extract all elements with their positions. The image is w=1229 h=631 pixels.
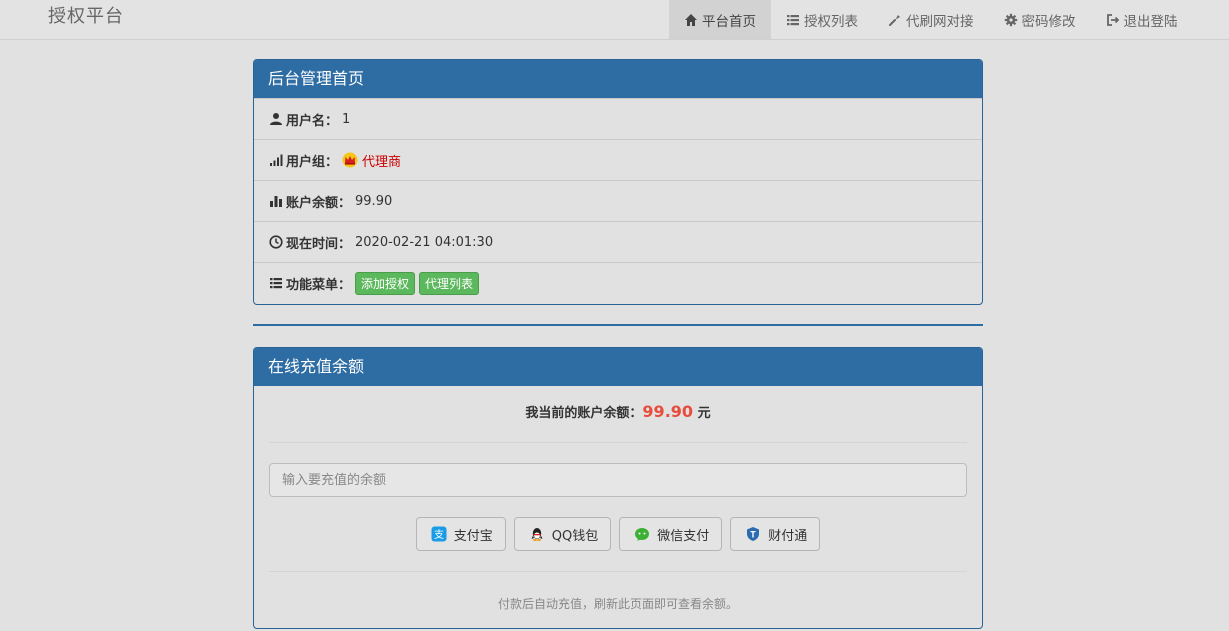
menu-label: 功能菜单： (286, 277, 352, 293)
recharge-note: 付款后自动充值，刷新此页面即可查看余额。 (497, 597, 738, 611)
tenpay-label: 财付通 (768, 528, 808, 544)
brand-title[interactable]: 授权平台 (48, 2, 124, 28)
balance-label-wrap: 账户余额： (269, 192, 351, 211)
user-icon (269, 112, 283, 126)
alipay-label: 支付宝 (453, 528, 493, 544)
svg-text:支: 支 (434, 529, 444, 541)
qq-wallet-button[interactable]: QQ钱包 (513, 517, 612, 551)
nav-logout[interactable]: 退出登陆 (1091, 0, 1193, 39)
time-label-wrap: 现在时间： (269, 233, 351, 252)
current-balance-amount: 99.90 (642, 402, 694, 421)
recharge-input-wrap (254, 443, 982, 497)
top-navbar: 授权平台 平台首页 授权列表 代刷网对接 密码修改 退出登陆 (0, 0, 1229, 40)
usergroup-label: 用户组： (286, 154, 339, 170)
wechat-pay-label: 微信支付 (657, 528, 710, 544)
balance-label: 账户余额： (286, 195, 352, 211)
menu-label-wrap: 功能菜单： (269, 274, 351, 293)
username-label: 用户名： (286, 113, 339, 129)
tenpay-button[interactable]: 财付通 (730, 517, 821, 551)
nav-docking[interactable]: 代刷网对接 (873, 0, 989, 39)
recharge-panel: 在线充值余额 我当前的账户余额：99.90 元 支 支付宝 QQ钱包 微信支付 (253, 347, 983, 629)
balance-value: 99.90 (355, 193, 393, 209)
gear-icon (1004, 13, 1018, 27)
crown-icon (342, 152, 358, 168)
usergroup-value: 代理商 (362, 154, 402, 170)
nav-logout-label: 退出登陆 (1123, 13, 1178, 30)
wrench-icon (888, 13, 902, 27)
qq-icon (529, 526, 545, 542)
current-balance-prefix: 我当前的账户余额： (525, 406, 643, 421)
time-label: 现在时间： (286, 236, 352, 252)
nav-auth-list[interactable]: 授权列表 (771, 0, 873, 39)
wechat-pay-button[interactable]: 微信支付 (619, 517, 723, 551)
username-value: 1 (342, 111, 351, 127)
nav-home[interactable]: 平台首页 (669, 0, 771, 39)
recharge-amount-input[interactable] (269, 463, 967, 497)
alipay-icon: 支 (431, 526, 447, 542)
current-balance-unit: 元 (697, 406, 711, 421)
alipay-button[interactable]: 支 支付宝 (415, 517, 506, 551)
nav-auth-list-label: 授权列表 (804, 13, 858, 30)
signal-icon (269, 153, 283, 167)
wechat-icon (634, 526, 650, 542)
main-nav: 平台首页 授权列表 代刷网对接 密码修改 退出登陆 (669, 0, 1193, 39)
nav-home-label: 平台首页 (702, 13, 756, 30)
recharge-panel-title: 在线充值余额 (254, 348, 982, 386)
time-row: 现在时间： 2020-02-21 04:01:30 (254, 221, 982, 262)
list-icon (786, 13, 800, 27)
home-icon (684, 13, 698, 27)
nav-docking-label: 代刷网对接 (906, 13, 974, 30)
time-value: 2020-02-21 04:01:30 (355, 234, 494, 250)
nav-password[interactable]: 密码修改 (989, 0, 1091, 39)
usergroup-label-wrap: 用户组： (269, 151, 338, 170)
username-row: 用户名： 1 (254, 98, 982, 139)
payment-methods: 支 支付宝 QQ钱包 微信支付 财付通 (254, 497, 982, 571)
username-label-wrap: 用户名： (269, 110, 338, 129)
bar-chart-icon (269, 194, 283, 208)
menu-row: 功能菜单： 添加授权 代理列表 (254, 262, 982, 303)
logout-icon (1106, 13, 1120, 27)
clock-icon (269, 235, 283, 249)
qq-wallet-label: QQ钱包 (551, 528, 599, 544)
add-auth-button[interactable]: 添加授权 (355, 271, 416, 295)
section-divider (253, 324, 983, 326)
admin-panel-title: 后台管理首页 (254, 60, 982, 98)
current-balance: 我当前的账户余额：99.90 元 (254, 386, 982, 442)
tenpay-icon (745, 526, 761, 542)
admin-home-panel: 后台管理首页 用户名： 1 用户组： 代理商 账户余额： 99.90 现在时间：… (253, 59, 983, 305)
usergroup-row: 用户组： 代理商 (254, 139, 982, 180)
agent-list-button[interactable]: 代理列表 (419, 271, 480, 295)
balance-row: 账户余额： 99.90 (254, 180, 982, 221)
list-icon (269, 276, 283, 290)
nav-password-label: 密码修改 (1021, 13, 1076, 30)
